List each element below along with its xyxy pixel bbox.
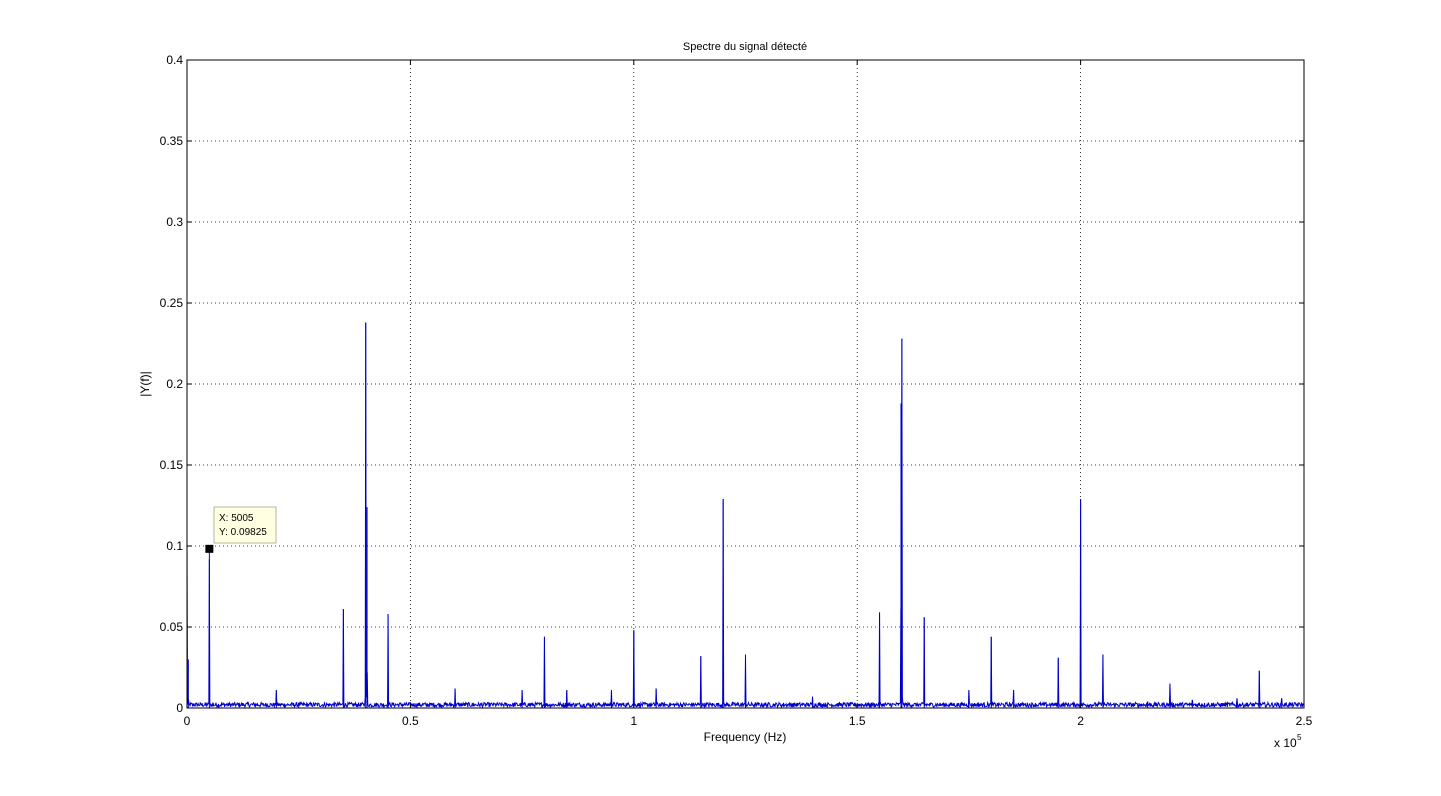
chart-title: Spectre du signal détecté [683,41,807,53]
x-multiplier-base: x 10 [1274,736,1297,750]
x-tick-label: 2.5 [1296,714,1313,728]
y-tick-label: 0.35 [160,134,184,148]
datatip-marker[interactable] [205,544,214,553]
x-tick-label: 2 [1077,714,1084,728]
y-tick-label: 0.25 [160,296,184,310]
axes-background [187,60,1304,708]
x-axis-label: Frequency (Hz) [704,730,787,744]
y-tick-label: 0 [176,701,183,715]
x-multiplier-exponent: 5 [1297,733,1302,742]
y-tick-label: 0.3 [166,215,183,229]
x-tick-label: 0.5 [402,714,419,728]
datatip-y-text: Y: 0.09825 [219,527,267,538]
x-tick-label: 1.5 [849,714,866,728]
plot-area[interactable]: 0 0.5 1 1.5 2 2.5 0 0.05 0.1 0.15 0.2 0.25 0.3 0.35 0… [160,53,1313,728]
x-tick-label: 1 [630,714,637,728]
figure: Spectre du signal détecté 0 0.5 1 1.5 2 2.5 0… [0,0,1441,796]
x-tick-label: 0 [184,714,191,728]
y-tick-label: 0.4 [166,53,183,67]
y-tick-label: 0.2 [166,377,183,391]
y-tick-label: 0.1 [166,539,183,553]
y-tick-label: 0.05 [160,620,184,634]
y-tick-label: 0.15 [160,458,184,472]
y-axis-label: |Y(f)| [138,371,152,397]
datatip-x-text: X: 5005 [219,513,254,524]
